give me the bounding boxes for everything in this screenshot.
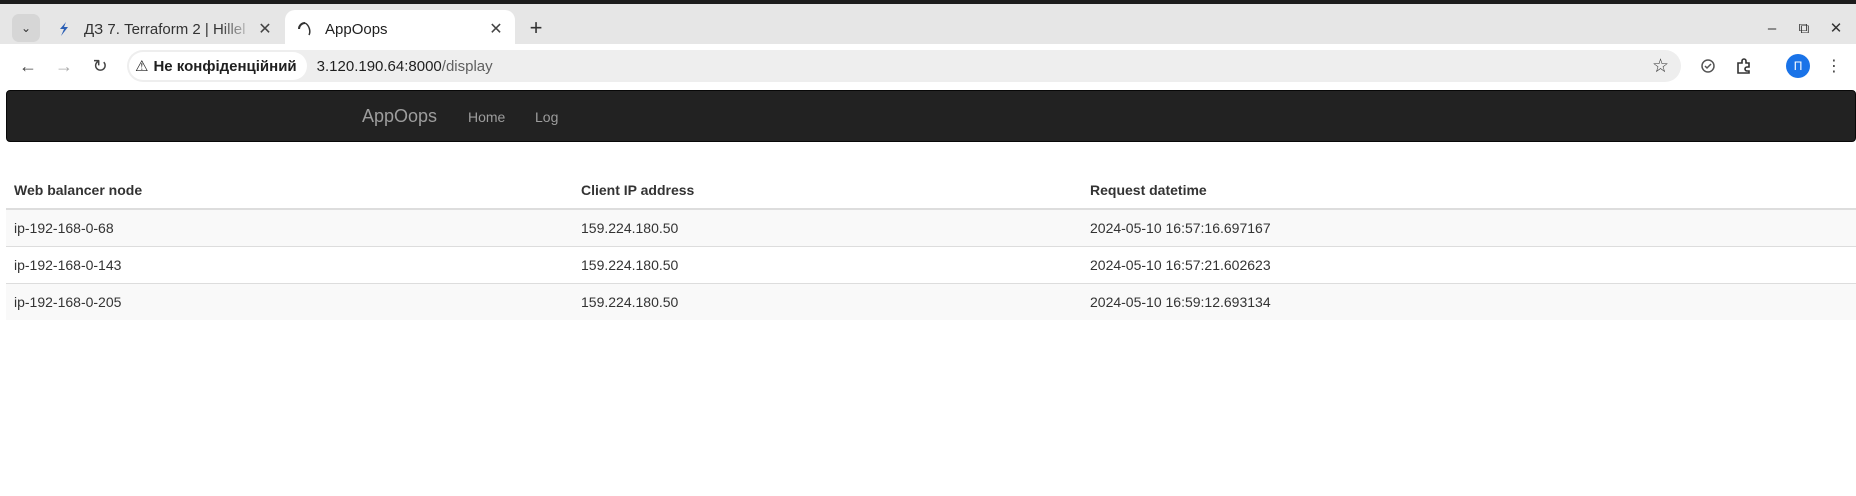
new-tab-button[interactable]: +	[524, 15, 548, 40]
close-icon: ✕	[1829, 20, 1843, 37]
column-header-node: Web balancer node	[6, 172, 573, 210]
close-window-button[interactable]: ✕	[1822, 14, 1850, 42]
table-row: ip-192-168-0-68 159.224.180.50 2024-05-1…	[6, 209, 1856, 246]
cell-client-ip: 159.224.180.50	[573, 245, 1082, 283]
app-brand-link[interactable]: AppOops	[362, 106, 437, 127]
cell-node: ip-192-168-0-205	[6, 282, 573, 320]
reload-button[interactable]: ↻	[86, 52, 114, 80]
hillel-favicon-icon	[56, 21, 72, 37]
cell-datetime: 2024-05-10 16:57:21.602623	[1082, 245, 1856, 283]
url-host: 3.120.190.64:8000	[316, 57, 442, 75]
table-header-row: Web balancer node Client IP address Requ…	[6, 172, 1856, 210]
plus-icon: +	[529, 15, 543, 40]
profile-avatar[interactable]: П	[1786, 54, 1810, 78]
cell-datetime: 2024-05-10 16:57:16.697167	[1082, 209, 1856, 246]
table-row: ip-192-168-0-205 159.224.180.50 2024-05-…	[6, 282, 1856, 320]
cell-datetime: 2024-05-10 16:59:12.693134	[1082, 282, 1856, 320]
password-check-icon[interactable]	[1694, 52, 1722, 80]
more-vertical-icon: ⋮	[1826, 58, 1842, 75]
nav-link-log[interactable]: Log	[535, 109, 558, 125]
back-button[interactable]: ←	[14, 52, 42, 80]
bookmark-star-icon[interactable]: ☆	[1652, 55, 1669, 78]
nav-link-home[interactable]: Home	[468, 109, 505, 125]
requests-table: Web balancer node Client IP address Requ…	[6, 172, 1856, 320]
url-path: /display	[441, 57, 493, 75]
tab-appoops[interactable]: AppOops ✕	[285, 10, 515, 48]
reload-icon: ↻	[92, 55, 108, 76]
cell-client-ip: 159.224.180.50	[573, 282, 1082, 320]
security-label: Не конфіденційний	[153, 57, 297, 75]
tab-title: ДЗ 7. Terraform 2 | Hillel	[84, 20, 246, 38]
tab-close-icon[interactable]: ✕	[485, 18, 507, 40]
address-bar[interactable]: ⚠ Не конфіденційний 3.120.190.64:8000/di…	[127, 50, 1681, 82]
restore-icon: ⧉	[1798, 19, 1810, 37]
app-navbar: AppOops Home Log	[6, 90, 1856, 142]
url-text: 3.120.190.64:8000/display	[317, 58, 493, 75]
forward-button[interactable]: →	[50, 52, 78, 80]
extensions-puzzle-icon[interactable]	[1730, 52, 1758, 80]
arrow-right-icon: →	[55, 55, 73, 76]
cell-node: ip-192-168-0-143	[6, 245, 573, 283]
profile-initial: П	[1793, 59, 1803, 73]
tab-title: AppOops	[325, 20, 388, 38]
arrow-left-icon: ←	[19, 55, 37, 76]
security-chip[interactable]: ⚠ Не конфіденційний	[129, 52, 307, 80]
column-header-datetime: Request datetime	[1082, 172, 1856, 210]
chevron-down-icon: ⌄	[20, 21, 32, 35]
loading-favicon-icon	[297, 21, 313, 37]
browser-toolbar: ← → ↻ ⚠ Не конфіденційний 3.120.190.64:8…	[0, 44, 1856, 87]
column-header-client-ip: Client IP address	[573, 172, 1082, 210]
cell-node: ip-192-168-0-68	[6, 209, 573, 246]
tab-close-icon[interactable]: ✕	[254, 18, 276, 40]
tab-terraform[interactable]: ДЗ 7. Terraform 2 | Hillel ✕	[44, 10, 284, 48]
page-content: AppOops Home Log Web balancer node Clien…	[6, 90, 1856, 496]
table-row: ip-192-168-0-143 159.224.180.50 2024-05-…	[6, 245, 1856, 283]
warning-icon: ⚠	[135, 58, 149, 75]
cell-client-ip: 159.224.180.50	[573, 209, 1082, 246]
minimize-button[interactable]: –	[1758, 14, 1786, 42]
tab-strip: ⌄ ДЗ 7. Terraform 2 | Hillel ✕ AppOops ✕…	[0, 0, 1856, 48]
browser-menu-button[interactable]: ⋮	[1820, 52, 1848, 80]
tab-search-button[interactable]: ⌄	[12, 14, 40, 42]
minimize-icon: –	[1767, 19, 1777, 37]
restore-button[interactable]: ⧉	[1790, 14, 1818, 42]
